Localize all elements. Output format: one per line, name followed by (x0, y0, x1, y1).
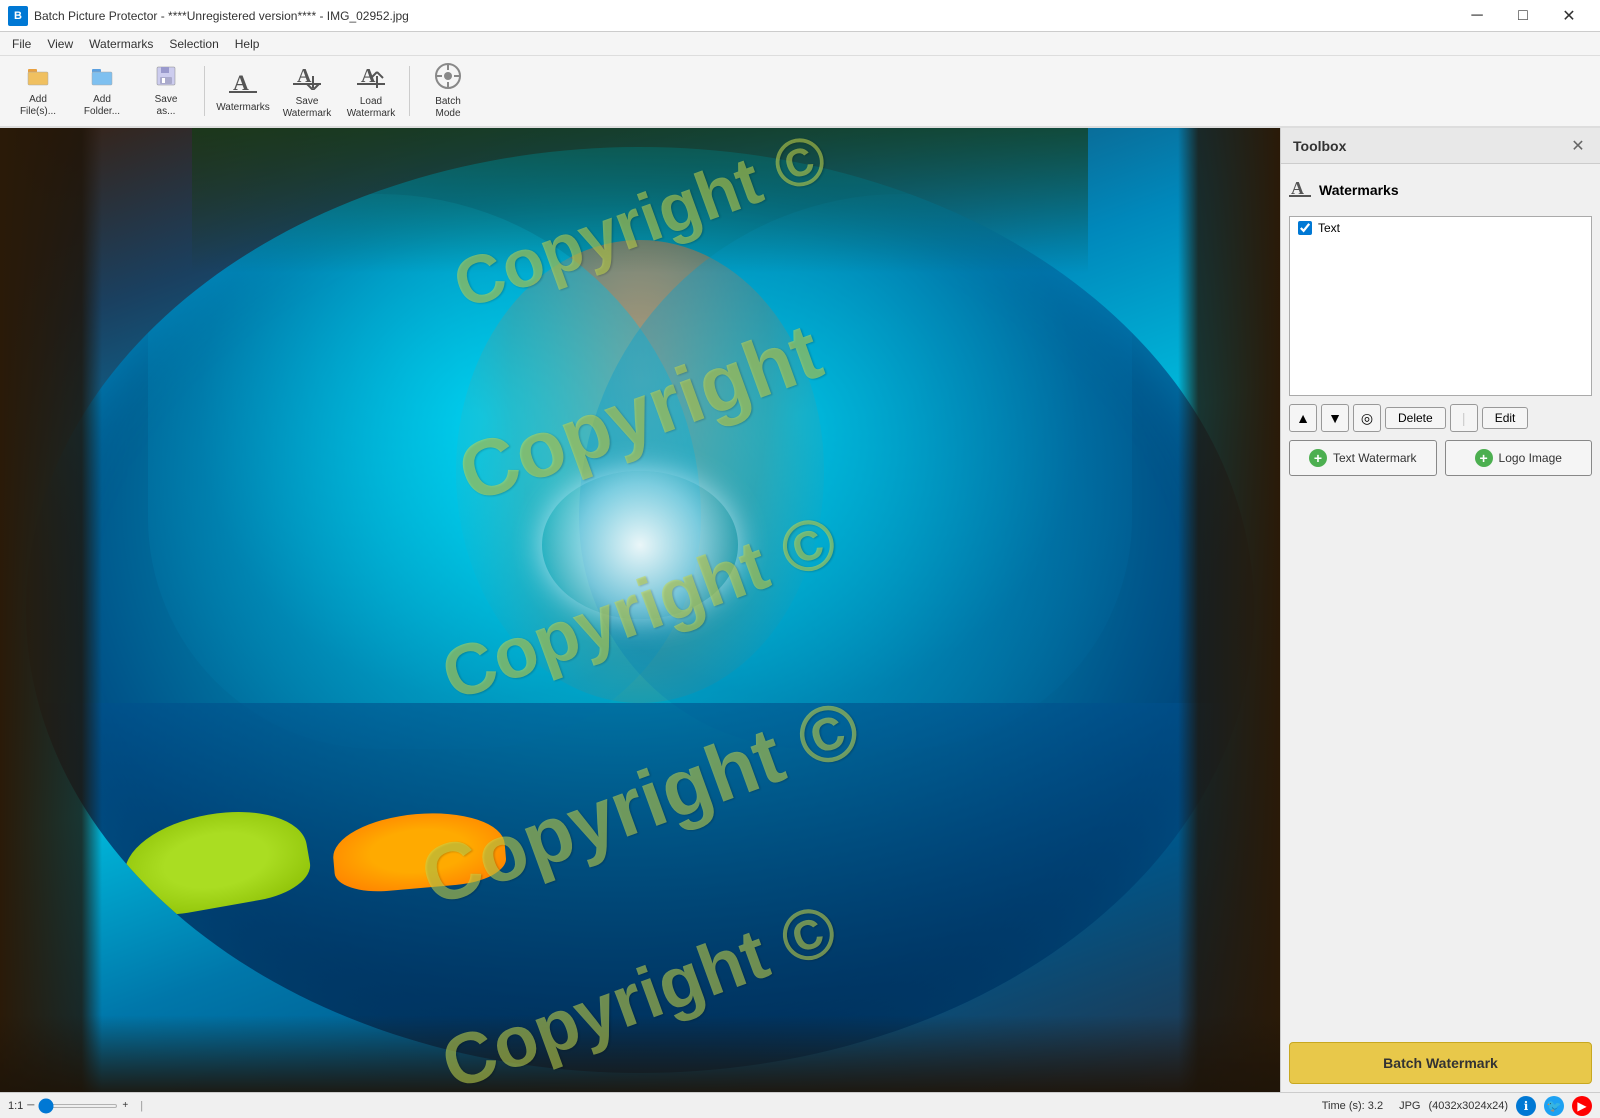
add-logo-label: Logo Image (1499, 451, 1562, 465)
zoom-slider[interactable] (38, 1104, 118, 1108)
add-files-icon (26, 64, 50, 92)
separator-icon: | (1450, 404, 1478, 432)
menu-file[interactable]: File (4, 35, 39, 53)
watermarks-section-title: Watermarks (1319, 182, 1399, 198)
zoom-increase-icon: + (122, 1100, 128, 1111)
watermarks-button[interactable]: A Watermarks (213, 61, 273, 121)
canvas-area: Copyright © Copyright Copyright © Copyri… (0, 128, 1280, 1092)
menu-view[interactable]: View (39, 35, 81, 53)
zoom-label: 1:1 (8, 1100, 23, 1112)
add-logo-icon: + (1475, 449, 1493, 467)
move-down-icon: ▼ (1328, 410, 1342, 426)
add-text-watermark-button[interactable]: + Text Watermark (1289, 440, 1437, 476)
time-label: Time (s): 3.2 (1322, 1100, 1383, 1112)
status-bar: 1:1 ─ + | Time (s): 3.2 JPG (4032x3024x2… (0, 1092, 1600, 1118)
toolbar-separator-2 (409, 66, 410, 116)
load-watermark-label: LoadWatermark (347, 96, 396, 120)
twitter-button[interactable]: 🐦 (1544, 1096, 1564, 1116)
minimize-button[interactable]: ─ (1454, 0, 1500, 32)
youtube-button[interactable]: ▶ (1572, 1096, 1592, 1116)
load-watermark-icon: A (357, 62, 385, 94)
menu-watermarks[interactable]: Watermarks (81, 35, 161, 53)
save-as-label: Saveas... (155, 94, 178, 118)
close-button[interactable]: ✕ (1546, 0, 1592, 32)
save-as-icon (154, 64, 178, 92)
batch-watermark-button[interactable]: Batch Watermark (1289, 1042, 1592, 1084)
save-as-button[interactable]: Saveas... (136, 61, 196, 121)
add-watermark-row: + Text Watermark + Logo Image (1289, 440, 1592, 476)
youtube-icon: ▶ (1577, 1099, 1586, 1113)
info-button[interactable]: ℹ (1516, 1096, 1536, 1116)
watermarks-panel: A Watermarks Text ▲ ▼ (1281, 164, 1600, 1034)
window-controls: ─ □ ✕ (1454, 0, 1592, 32)
add-folder-label: AddFolder... (84, 94, 120, 118)
status-info: Time (s): 3.2 JPG (4032x3024x24) ℹ 🐦 ▶ (1322, 1096, 1592, 1116)
toggle-visible-icon: ◎ (1361, 410, 1373, 427)
watermarks-label: Watermarks (216, 102, 270, 114)
batch-mode-button[interactable]: BatchMode (418, 61, 478, 121)
delete-watermark-button[interactable]: Delete (1385, 407, 1446, 429)
zoom-control: 1:1 ─ + (8, 1100, 128, 1112)
window-title: Batch Picture Protector - ****Unregister… (34, 9, 1454, 23)
batch-mode-label: BatchMode (435, 96, 461, 120)
toolbar: AddFile(s)... AddFolder... Saveas... A (0, 56, 1600, 128)
save-watermark-button[interactable]: A SaveWatermark (277, 61, 337, 121)
watermarks-icon: A (229, 68, 257, 100)
toolbox-header: Toolbox ✕ (1281, 128, 1600, 164)
move-down-button[interactable]: ▼ (1321, 404, 1349, 432)
twitter-icon: 🐦 (1547, 1099, 1562, 1113)
move-up-icon: ▲ (1296, 410, 1310, 426)
watermarks-section-icon: A (1289, 176, 1311, 204)
watermark-checkbox[interactable] (1298, 221, 1312, 235)
toolbox-close-button[interactable]: ✕ (1568, 136, 1588, 156)
dimensions-label: (4032x3024x24) (1428, 1100, 1508, 1112)
title-bar: B Batch Picture Protector - ****Unregist… (0, 0, 1600, 32)
info-icon: ℹ (1524, 1099, 1529, 1113)
add-files-label: AddFile(s)... (20, 94, 56, 118)
menu-bar: File View Watermarks Selection Help (0, 32, 1600, 56)
load-watermark-button[interactable]: A LoadWatermark (341, 61, 401, 121)
menu-selection[interactable]: Selection (161, 35, 226, 53)
save-watermark-label: SaveWatermark (283, 96, 332, 120)
watermark-list-toolbar: ▲ ▼ ◎ Delete | Edit (1289, 404, 1592, 432)
edit-watermark-button[interactable]: Edit (1482, 407, 1529, 429)
watermarks-section-header: A Watermarks (1289, 172, 1592, 208)
maximize-button[interactable]: □ (1500, 0, 1546, 32)
zoom-decrease-icon: ─ (27, 1100, 34, 1111)
status-separator: | (140, 1100, 143, 1112)
save-watermark-icon: A (293, 62, 321, 94)
toolbox-panel: Toolbox ✕ A Watermarks Text (1280, 128, 1600, 1092)
batch-mode-icon (434, 62, 462, 94)
toolbox-title-row: Toolbox (1293, 138, 1346, 154)
watermark-list[interactable]: Text (1289, 216, 1592, 396)
add-folder-button[interactable]: AddFolder... (72, 61, 132, 121)
toolbar-separator-1 (204, 66, 205, 116)
add-text-icon: + (1309, 449, 1327, 467)
menu-help[interactable]: Help (227, 35, 268, 53)
main-area: Copyright © Copyright Copyright © Copyri… (0, 128, 1600, 1092)
move-up-button[interactable]: ▲ (1289, 404, 1317, 432)
canvas-image: Copyright © Copyright Copyright © Copyri… (0, 128, 1280, 1092)
add-folder-icon (90, 64, 114, 92)
app-icon: B (8, 6, 28, 26)
toggle-visible-button[interactable]: ◎ (1353, 404, 1381, 432)
toolbox-title: Toolbox (1293, 138, 1346, 154)
watermark-item-label: Text (1318, 221, 1340, 235)
add-files-button[interactable]: AddFile(s)... (8, 61, 68, 121)
add-text-label: Text Watermark (1333, 451, 1417, 465)
add-logo-watermark-button[interactable]: + Logo Image (1445, 440, 1593, 476)
format-label: JPG (1399, 1100, 1420, 1112)
watermark-list-item[interactable]: Text (1290, 217, 1591, 239)
